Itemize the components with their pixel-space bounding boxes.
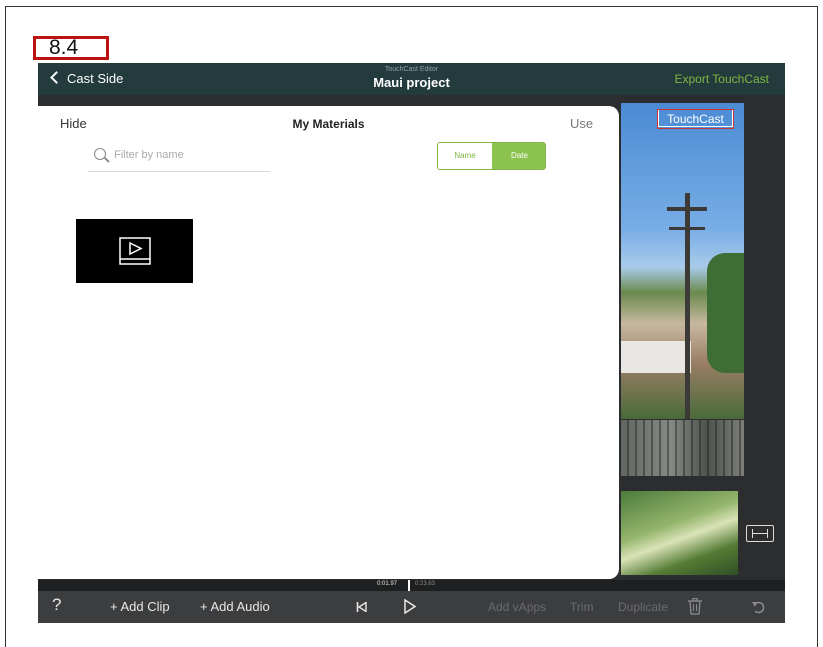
add-vapps-button[interactable]: Add vApps [488, 600, 546, 614]
layout-icon[interactable] [746, 525, 774, 542]
video-file-icon [119, 237, 151, 265]
panel-title: My Materials [292, 117, 365, 131]
playhead[interactable] [408, 580, 410, 591]
timeline-scrubber[interactable]: 0:01.97 0:23.63 [38, 580, 785, 591]
touchcast-editor: Cast Side TouchCast Editor Maui project … [38, 63, 785, 623]
sort-date-button[interactable]: Date [492, 143, 545, 169]
video-preview[interactable] [621, 103, 744, 419]
bottom-toolbar: ? + Add Clip + Add Audio Add vApps Trim … [38, 591, 785, 623]
rewind-icon[interactable] [356, 602, 367, 612]
clip-thumbnail-strip[interactable] [621, 420, 744, 476]
clip-thumbnail-strip[interactable] [621, 491, 738, 575]
top-bar: Cast Side TouchCast Editor Maui project … [38, 63, 785, 95]
use-button[interactable]: Use [570, 116, 593, 131]
sort-segmented-control: Name Date [437, 142, 546, 170]
house-roof [621, 341, 691, 373]
figure-label: 8.4 [33, 36, 109, 60]
app-title: TouchCast Editor [384, 66, 439, 73]
duplicate-button[interactable]: Duplicate [618, 600, 668, 614]
pole-crossbar [669, 227, 705, 230]
materials-panel: Hide My Materials Use Filter by name Nam… [38, 106, 619, 579]
search-icon [94, 148, 106, 160]
search-input[interactable]: Filter by name [88, 143, 270, 172]
total-time: 0:23.63 [415, 581, 436, 587]
sort-name-button[interactable]: Name [438, 143, 492, 169]
pole-crossbar [667, 207, 707, 211]
undo-icon[interactable] [751, 599, 767, 615]
current-time: 0:01.97 [377, 581, 398, 587]
add-audio-button[interactable]: + Add Audio [200, 599, 270, 614]
project-title: Maui project [373, 75, 450, 90]
material-thumbnail[interactable] [76, 219, 193, 283]
search-placeholder: Filter by name [114, 149, 184, 161]
trash-icon[interactable] [688, 598, 702, 615]
export-button[interactable]: Export TouchCast [675, 72, 770, 86]
help-button[interactable]: ? [52, 595, 61, 615]
trim-button[interactable]: Trim [570, 600, 594, 614]
add-clip-button[interactable]: + Add Clip [110, 599, 170, 614]
play-icon[interactable] [404, 599, 416, 614]
tree [707, 253, 744, 373]
touchcast-badge: TouchCast [657, 109, 734, 129]
